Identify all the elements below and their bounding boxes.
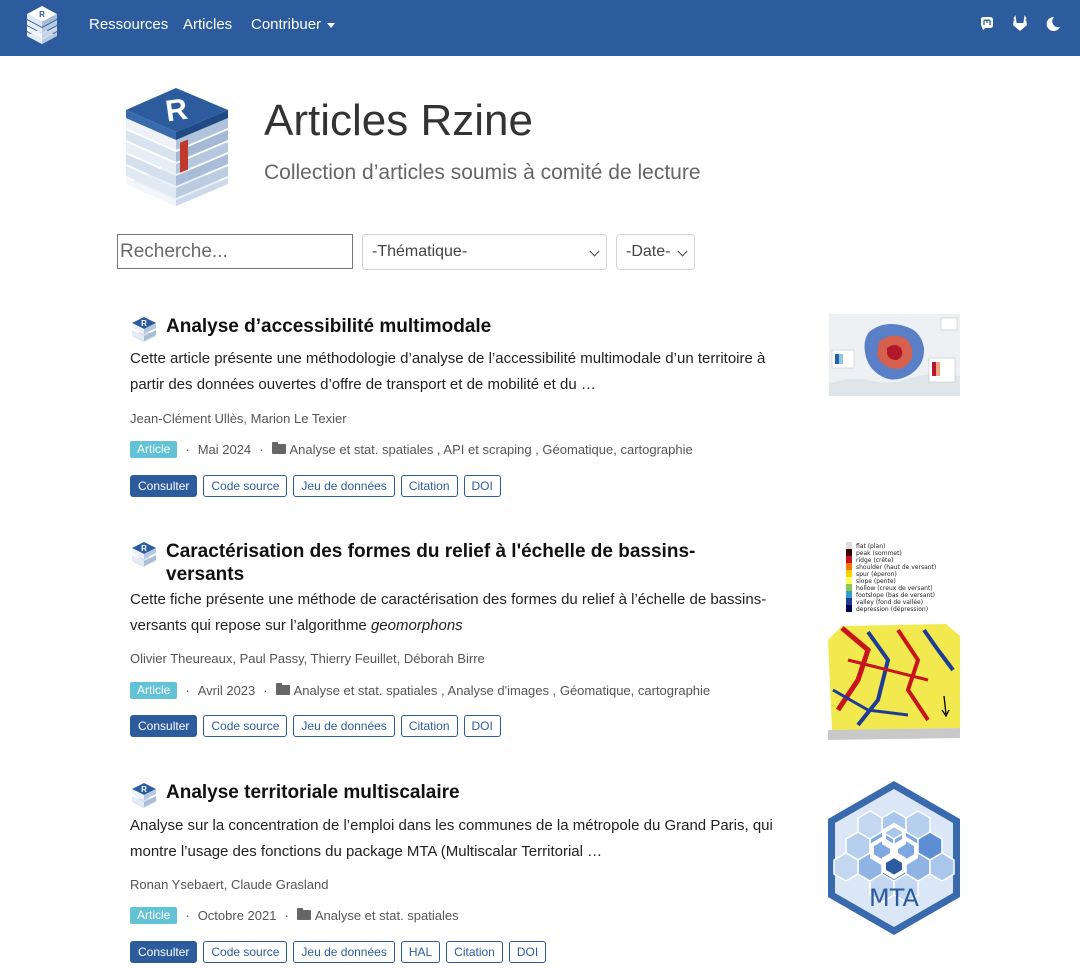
legend-item: flat (plan) <box>856 543 885 550</box>
hal-button[interactable]: HAL <box>400 941 441 963</box>
legend-item: shoulder (haut de versant) <box>856 564 936 571</box>
article-title[interactable]: Analyse territoriale multiscalaire <box>166 781 786 804</box>
consulter-button[interactable]: Consulter <box>130 715 198 737</box>
rzine-article-icon: R <box>132 783 156 808</box>
folder-icon <box>275 683 290 695</box>
date-select[interactable]: -Date- <box>616 234 695 270</box>
jeu-de-donnees-button[interactable]: Jeu de données <box>293 475 395 497</box>
nav-contribuer[interactable]: Contribuer <box>251 16 336 33</box>
geomorphons-thumbnail[interactable]: flat (plan) peak (sommet) ridge (crête) … <box>828 540 961 740</box>
doi-button[interactable]: DOI <box>463 715 501 737</box>
doi-button[interactable]: DOI <box>508 941 547 963</box>
article-tags: Analyse et stat. spatiales , API et scra… <box>289 442 693 457</box>
article-date: Mai 2024 <box>197 442 252 457</box>
rzine-article-icon: R <box>132 317 156 342</box>
article-meta: Article · Octobre 2021 · Analyse et stat. sp… <box>130 907 459 924</box>
consulter-button[interactable]: Consulter <box>130 941 198 963</box>
legend-item: ridge (crête) <box>856 557 893 564</box>
rzine-logo-icon[interactable]: R <box>24 6 60 46</box>
article-actions: Consulter Code source Jeu de données HAL Cit… <box>130 941 552 963</box>
article-authors: Olivier Theureaux, Paul Passy, Thierry F… <box>130 651 485 666</box>
svg-text:R: R <box>141 785 147 794</box>
article-title[interactable]: Analyse d’accessibilité multimodale <box>166 315 786 338</box>
type-badge: Article <box>130 907 178 924</box>
citation-button[interactable]: Citation <box>446 941 503 963</box>
nav-ressources[interactable]: Ressources <box>89 16 168 33</box>
chevron-down-icon <box>327 22 336 28</box>
type-badge: Article <box>130 441 178 458</box>
doi-button[interactable]: DOI <box>463 475 501 497</box>
article-tags: Analyse et stat. spatiales <box>314 908 459 923</box>
article-tags: Analyse et stat. spatiales , Analyse d'i… <box>293 683 711 698</box>
page-subtitle: Collection d’articles soumis à comité de… <box>264 161 701 184</box>
citation-button[interactable]: Citation <box>400 475 458 497</box>
thematique-select[interactable]: -Thématique- <box>362 234 607 270</box>
article-meta: Article · Avril 2023 · Analyse et stat. spat… <box>130 682 710 699</box>
date-select-value: -Date- <box>626 243 671 260</box>
folder-icon <box>296 908 311 920</box>
article-date: Avril 2023 <box>197 683 256 698</box>
article-description: Cette article présente une méthodologie … <box>130 350 766 393</box>
article-description-emphasis: geomorphons <box>370 617 463 634</box>
code-source-button[interactable]: Code source <box>203 715 288 737</box>
gitlab-icon[interactable] <box>1011 15 1029 33</box>
navbar: R Ressources Articles Contribuer <box>0 0 1080 56</box>
consulter-button[interactable]: Consulter <box>130 475 198 497</box>
article-authors: Jean-Clément Ullès, Marion Le Texier <box>130 411 347 426</box>
moon-icon[interactable] <box>1044 15 1062 33</box>
article-title[interactable]: Caractérisation des formes du relief à l… <box>166 540 766 586</box>
mta-logo-text: MTA <box>869 884 920 912</box>
folder-icon <box>271 442 286 454</box>
thematique-select-value: -Thématique- <box>372 243 468 260</box>
jeu-de-donnees-button[interactable]: Jeu de données <box>293 941 395 963</box>
legend-item: slope (pente) <box>856 578 896 585</box>
legend-item: depression (dépression) <box>856 606 928 613</box>
legend-item: footslope (bas de versant) <box>856 592 935 599</box>
type-badge: Article <box>130 682 178 699</box>
article-description: Analyse sur la concentration de l’emploi… <box>130 817 773 860</box>
accessibility-map-thumbnail[interactable] <box>829 314 960 396</box>
code-source-button[interactable]: Code source <box>203 941 288 963</box>
mastodon-icon[interactable] <box>978 15 996 33</box>
article-description: Cette fiche présente une méthode de cara… <box>130 587 775 639</box>
rzine-article-icon: R <box>132 542 156 567</box>
chevron-down-icon <box>677 246 688 257</box>
jeu-de-donnees-button[interactable]: Jeu de données <box>293 715 395 737</box>
legend-item: peak (sommet) <box>856 550 902 557</box>
citation-button[interactable]: Citation <box>400 715 458 737</box>
legend-item: valley (fond de vallée) <box>856 599 923 606</box>
svg-text:R: R <box>141 544 147 553</box>
article-date: Octobre 2021 <box>197 908 277 923</box>
chevron-down-icon <box>589 246 600 257</box>
article-authors: Ronan Ysebaert, Claude Grasland <box>130 877 329 892</box>
article-actions: Consulter Code source Jeu de données Citati… <box>130 475 507 497</box>
nav-articles[interactable]: Articles <box>183 16 232 33</box>
svg-text:R: R <box>39 10 45 19</box>
search-input[interactable] <box>117 234 353 269</box>
legend-item: spur (éperon) <box>856 571 897 578</box>
mta-hex-logo[interactable]: MTA <box>826 779 962 937</box>
svg-text:R: R <box>141 319 147 328</box>
code-source-button[interactable]: Code source <box>203 475 288 497</box>
legend-item: hollow (creux de versant) <box>856 585 933 592</box>
page-title: Articles Rzine <box>264 96 533 145</box>
rzine-logo-large-icon: R <box>126 88 228 206</box>
article-actions: Consulter Code source Jeu de données Citati… <box>130 715 507 737</box>
nav-contribuer-label: Contribuer <box>251 16 322 33</box>
article-meta: Article · Mai 2024 · Analyse et stat. spatia… <box>130 441 693 458</box>
